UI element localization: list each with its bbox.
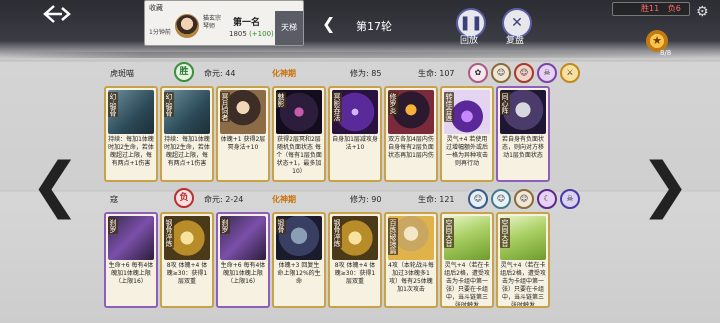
card-text: 获得2层冥和2层随机负面状态 每个（每有1层负面状态+1，最多加10） xyxy=(276,136,322,175)
badge-portrait-icon[interactable]: ☺ xyxy=(468,189,488,209)
back-button[interactable] xyxy=(40,4,74,26)
skill-card[interactable]: 转佳合莲灵气+4 若使用过增幅额外或后一格为异种攻击则再行动 xyxy=(440,86,494,182)
badge-portrait-icon[interactable]: ☺ xyxy=(514,189,534,209)
skill-card[interactable]: 幻·锻骨持续：每加1体魄时加2生命，若体魄超过上限，每有两点+1伤害 xyxy=(104,86,158,182)
badge-moon-icon[interactable]: ☾ xyxy=(537,189,557,209)
card-text: 4攻（本轮战斗每加过3体魄多1攻）每有25体魄加1次攻击 xyxy=(388,262,434,293)
card-title: 魅影 xyxy=(276,92,286,108)
player-bottom-life: 命元: 2-24 xyxy=(204,195,244,204)
card-text: 灵气+4 若使用过增幅额外或后一格为异种攻击则再行动 xyxy=(445,136,488,167)
player-bottom-cards: 刹罗生命+6 每有4体魄加1体魄上限（上限16） 钢骨淬炼 8攻 体魄+4 体魄≥3… xyxy=(104,212,550,308)
player-top-result-icon: 胜 xyxy=(174,62,194,82)
player-bottom-result-icon: 负 xyxy=(174,188,194,208)
badge-sword-icon[interactable]: ⚔ xyxy=(560,63,580,83)
stone-count: 8/8 xyxy=(660,49,672,57)
card-text: 灵气+4（若在卡组后2格，遭受攻击为卡组中第一张）只要在卡组中，当斗链第三张时触… xyxy=(500,262,546,308)
card-title: 钢骨淬炼 xyxy=(332,218,342,248)
player-bottom-stage: 化神期 xyxy=(272,195,296,204)
skill-card[interactable]: 钢骨淬炼 8攻 体魄+4 体魄≥30：获得1层双重 xyxy=(160,212,214,308)
badge-portrait-icon[interactable]: ☺ xyxy=(491,63,511,83)
badge-flower-icon[interactable]: ✿ xyxy=(468,63,488,83)
score-value: 1805 xyxy=(229,30,247,38)
settings-icon[interactable]: ⚙ xyxy=(696,4,716,24)
skill-card[interactable]: 空同天音灵气+4（若在卡组后2格，遭受攻击为卡组中第一张）只要在卡组中，当斗链第… xyxy=(440,212,494,308)
card-title: 百炼破境篇 xyxy=(388,218,398,255)
next-page-arrow-icon[interactable]: ❯ xyxy=(640,150,690,220)
player-top-life: 命元: 44 xyxy=(204,69,236,78)
pause-icon: ❚❚ xyxy=(459,15,483,31)
player-top-name: 虎斑喵 xyxy=(110,69,134,78)
card-title: 空同天音 xyxy=(444,218,454,248)
win-count: 胜11 xyxy=(641,4,660,13)
player-top-hp: 生命: 107 xyxy=(418,69,455,78)
loss-count: 负6 xyxy=(667,4,681,13)
card-text: 生命+6 每有4体魄加1体魄上限（上限16） xyxy=(220,262,266,285)
card-title: 转佳合莲 xyxy=(444,92,454,122)
badge-demon-icon[interactable]: ☠ xyxy=(537,63,557,83)
skill-card[interactable]: 百炼破境篇 4攻（本轮战斗每加过3体魄多1攻）每有25体魄加1次攻击 xyxy=(384,212,438,308)
card-text: 持续：每加1体魄时加2生命，若体魄超过上限，每有两点+1伤害 xyxy=(108,136,154,167)
skill-card[interactable]: 空同天音灵气+4（若在卡组后2格，遭受攻击为卡组中第一张）只要在卡组中，当斗链第… xyxy=(496,212,550,308)
collect-label: 收藏 xyxy=(149,4,163,12)
round-label: 第17轮 xyxy=(356,20,392,33)
opponent-card[interactable]: 收藏 1分钟前 猫玄宗 琴师 第一名 1805 (+100) 天梯 xyxy=(144,0,304,46)
player-bottom-badges: ☺ ☺ ☺ ☾ ☠ xyxy=(468,189,580,209)
review-label: 复盘 xyxy=(506,36,525,46)
card-title: 幻·锻骨 xyxy=(108,92,118,118)
player-top-cultivation: 修为: 85 xyxy=(350,69,382,78)
prev-page-arrow-icon[interactable]: ❮ xyxy=(30,150,80,220)
score-label: 1805 (+100) xyxy=(229,30,274,38)
skill-card[interactable]: 刹罗生命+6 每有4体魄加1体魄上限（上限16） xyxy=(216,212,270,308)
card-title: 同心阵 xyxy=(500,92,510,115)
card-title: 空同天音 xyxy=(500,218,510,248)
card-text: 8攻 体魄+4 体魄≥30：获得1层双重 xyxy=(166,262,208,285)
player-bottom-name: 寇 xyxy=(110,195,118,204)
back-arrow-icon xyxy=(43,5,71,23)
opponent-avatar xyxy=(175,14,199,38)
pass-time: 1分钟前 xyxy=(149,29,171,36)
player-top-cards: 幻·锻骨 持续：每加1体魄时加2生命，若体魄超过上限，每有两点+1伤害 幻·锻骨 持续… xyxy=(104,86,550,182)
card-text: 自身加1层减攻身法+10 xyxy=(332,136,378,151)
badge-portrait-icon[interactable]: ☺ xyxy=(491,189,511,209)
card-text: 体魄+3 回复生命上限12%的生命 xyxy=(277,262,321,285)
record-box: 胜11 负6 xyxy=(612,2,690,16)
badge-mask-icon[interactable]: ☠ xyxy=(560,189,580,209)
card-title: 钢骨淬炼 xyxy=(164,218,174,248)
skill-card[interactable]: 幻·锻骨持续：每加1体魄时加2生命，若体魄超过上限，每有两点+1伤害 xyxy=(160,86,214,182)
card-title: 锻骨 xyxy=(276,218,286,234)
card-text: 若自身有负面状态，则向对方移动1层负面状态 xyxy=(501,136,544,159)
card-title: 冥影吞法 xyxy=(332,92,342,122)
card-title: 刹罗 xyxy=(108,218,118,234)
card-title: 幻·锻骨 xyxy=(164,92,174,118)
close-icon: ✕ xyxy=(511,15,523,31)
player-top-stage: 化神期 xyxy=(272,69,296,78)
card-text: 持续：每加1体魄时加2生命，若体魄超过上限，每有两点+1伤害 xyxy=(164,136,210,167)
skill-card[interactable]: 冥影吞法自身加1层减攻身法+10 xyxy=(328,86,382,182)
prev-round-icon[interactable]: ❮ xyxy=(322,14,335,33)
card-title: 刹罗 xyxy=(220,218,230,234)
skill-card[interactable]: 刹罗生命+6 每有4体魄加1体魄上限（上限16） xyxy=(104,212,158,308)
replay-label: 回放 xyxy=(460,36,479,46)
skill-card[interactable]: 修罗炎双方各加4层内伤 自身每有2层负面状态再加1层内伤 xyxy=(384,86,438,182)
card-text: 8攻 体魄+4 体魄≥30：获得1层双重 xyxy=(334,262,376,285)
skill-card[interactable]: 冥月饲者体魄+1 获得2层冥身法+10 xyxy=(216,86,270,182)
score-delta: (+100) xyxy=(249,30,274,38)
card-text: 双方各加4层内伤 自身每有2层负面状态再加1层内伤 xyxy=(388,136,434,159)
player-top-badges: ✿ ☺ ☺ ☠ ⚔ xyxy=(468,63,580,83)
card-text: 生命+6 每有4体魄加1体魄上限（上限16） xyxy=(108,262,154,285)
card-title: 修罗炎 xyxy=(388,92,398,115)
player-bottom-cultivation: 修为: 90 xyxy=(350,195,382,204)
rank-label: 第一名 xyxy=(233,18,261,28)
card-title: 冥月饲者 xyxy=(220,92,230,122)
badge-portrait-icon[interactable]: ☺ xyxy=(514,63,534,83)
skill-card[interactable]: 钢骨淬炼 8攻 体魄+4 体魄≥30：获得1层双重 xyxy=(328,212,382,308)
skill-card[interactable]: 锻骨体魄+3 回复生命上限12%的生命 xyxy=(272,212,326,308)
skill-card[interactable]: 魅影获得2层冥和2层随机负面状态 每个（每有1层负面状态+1，最多加10） xyxy=(272,86,326,182)
card-text: 体魄+1 获得2层冥身法+10 xyxy=(220,136,266,151)
card-text: 灵气+4（若在卡组后2格，遭受攻击为卡组中第一张）只要在卡组中，当斗链第三张时触… xyxy=(444,262,490,308)
ladder-tag: 天梯 xyxy=(275,11,303,45)
skill-card[interactable]: 同心阵若自身有负面状态，则向对方移动1层负面状态 xyxy=(496,86,550,182)
opponent-name: 猫玄宗 琴师 xyxy=(203,15,222,30)
player-bottom-hp: 生命: 121 xyxy=(418,195,455,204)
